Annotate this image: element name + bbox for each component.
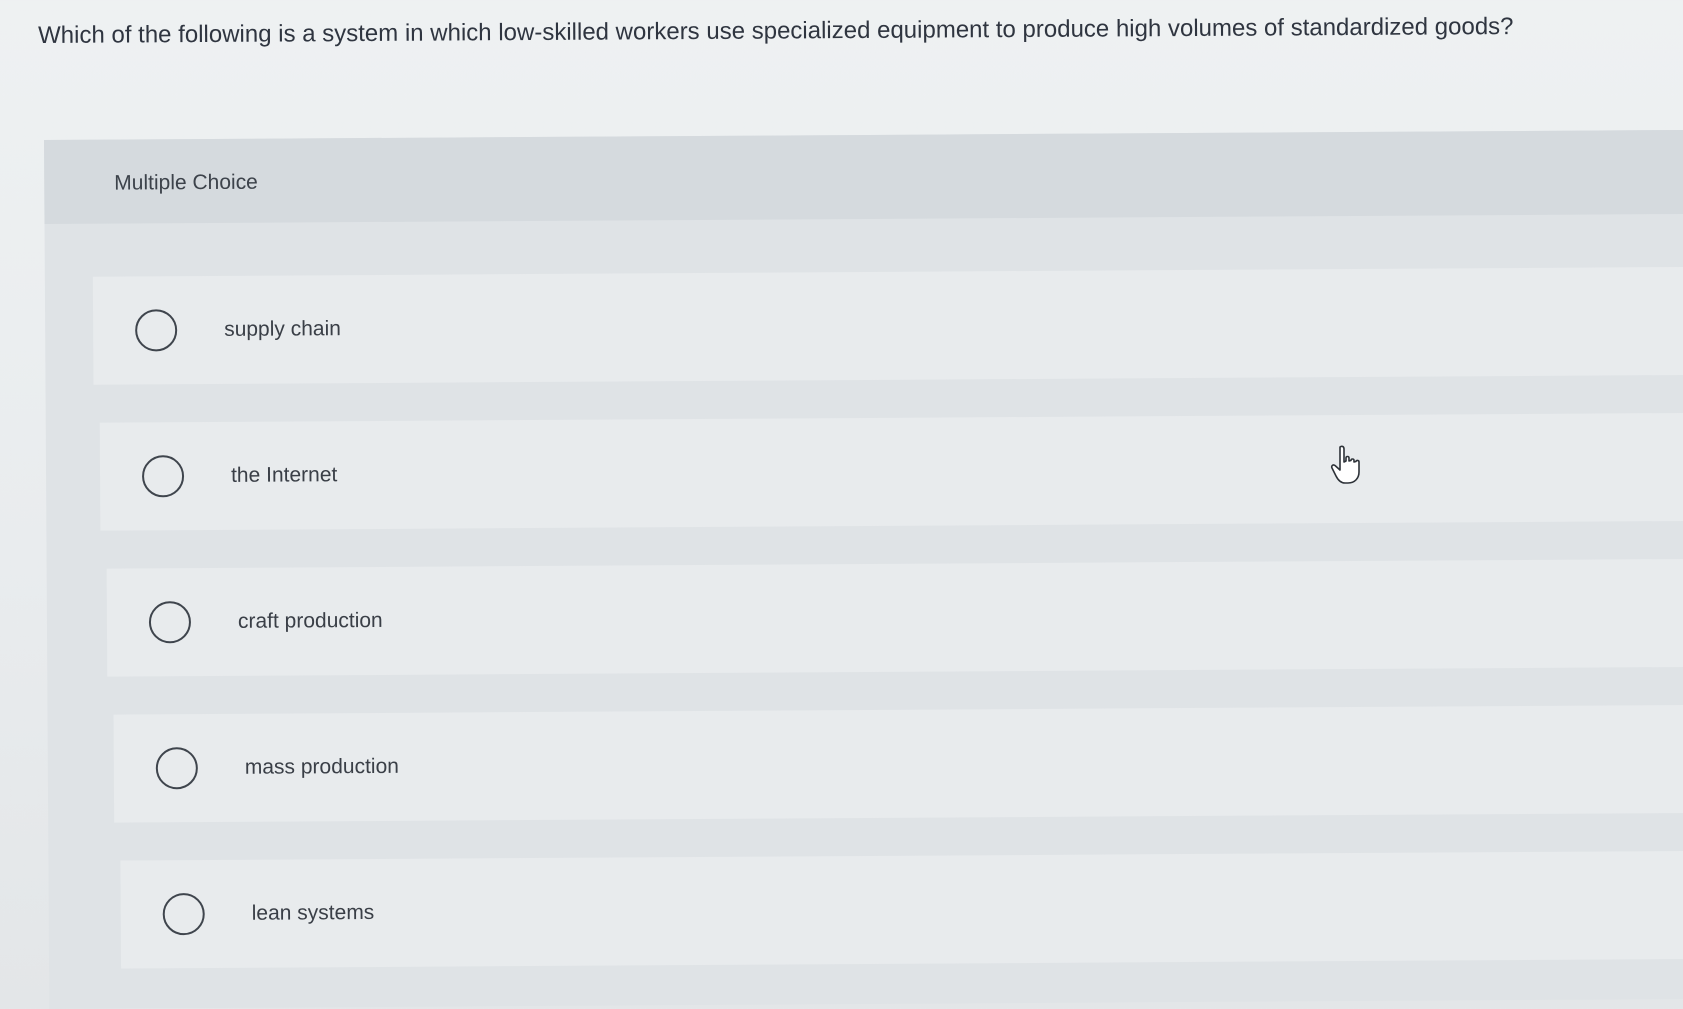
option-mass-production[interactable]: mass production bbox=[113, 704, 1683, 823]
option-the-internet[interactable]: the Internet bbox=[99, 412, 1683, 531]
option-craft-production[interactable]: craft production bbox=[106, 558, 1683, 677]
radio-button[interactable] bbox=[135, 309, 178, 352]
option-lean-systems[interactable]: lean systems bbox=[120, 850, 1683, 969]
option-label: supply chain bbox=[224, 317, 341, 341]
option-label: lean systems bbox=[251, 900, 375, 925]
radio-button[interactable] bbox=[155, 747, 198, 790]
question-text: Which of the following is a system in wh… bbox=[38, 12, 1514, 49]
option-label: the Internet bbox=[230, 463, 338, 487]
radio-button[interactable] bbox=[162, 893, 205, 936]
multiple-choice-header: Multiple Choice bbox=[44, 129, 1683, 224]
option-supply-chain[interactable]: supply chain bbox=[92, 266, 1683, 385]
option-label: mass production bbox=[244, 754, 399, 779]
multiple-choice-panel: Multiple Choice supply chain the Interne… bbox=[44, 129, 1683, 1009]
multiple-choice-title: Multiple Choice bbox=[114, 170, 258, 195]
hand-pointer-icon bbox=[1330, 445, 1360, 484]
option-label: craft production bbox=[237, 608, 383, 633]
radio-button[interactable] bbox=[141, 455, 185, 498]
radio-button[interactable] bbox=[148, 601, 192, 644]
